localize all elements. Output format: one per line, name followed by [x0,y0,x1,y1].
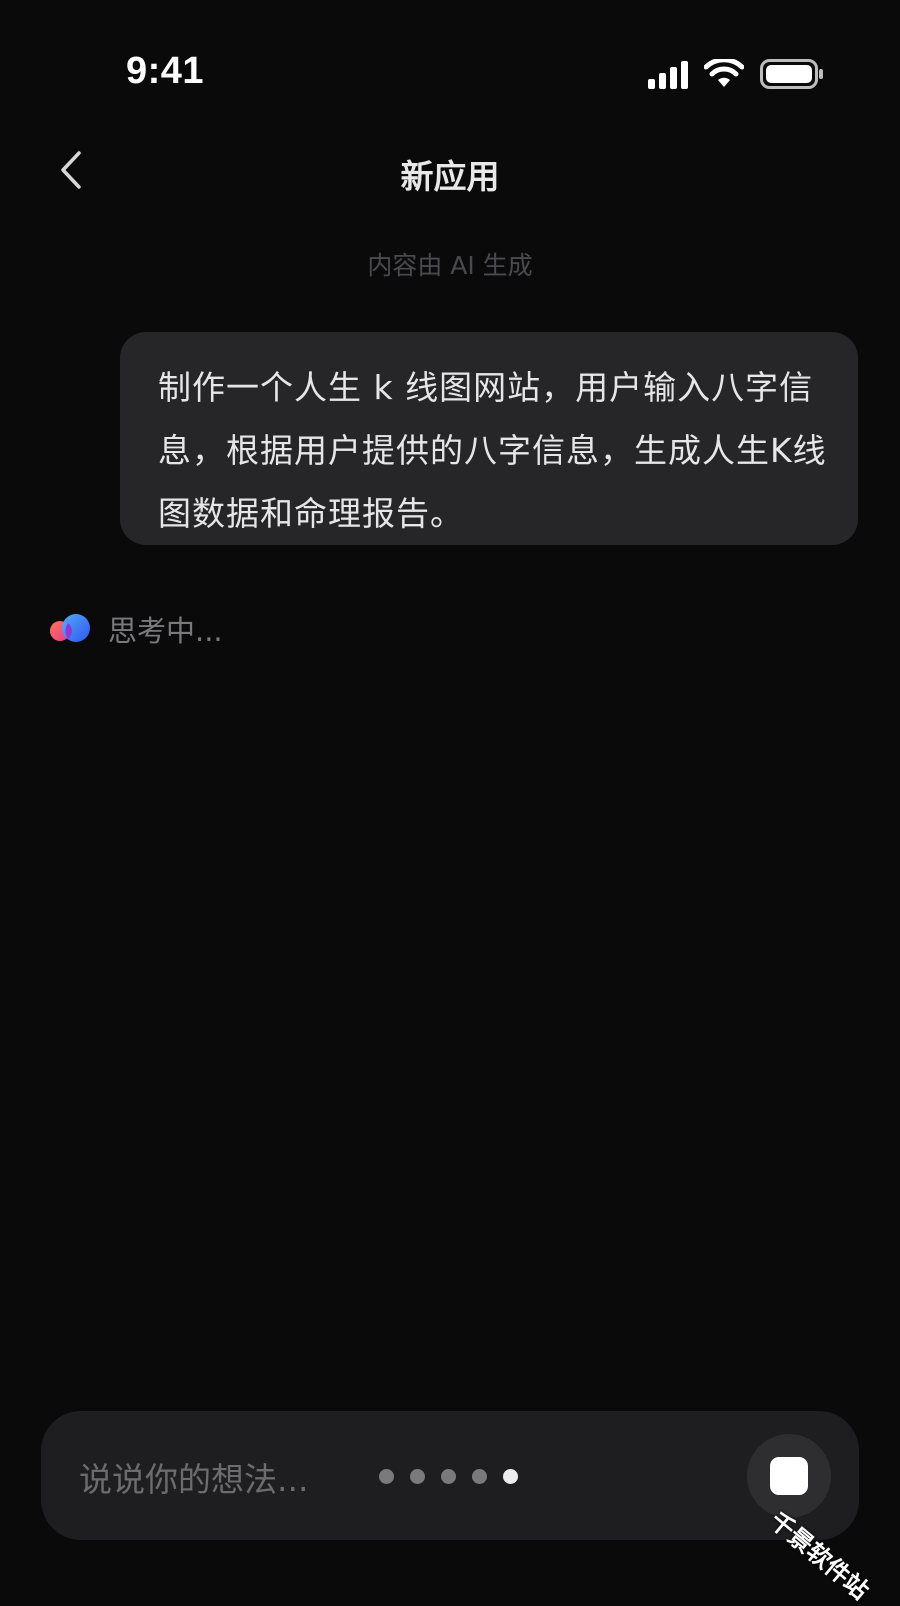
loading-dot-active [503,1469,518,1484]
user-message-bubble: 制作一个人生 k 线图网站，用户输入八字信息，根据用户提供的八字信息，生成人生K… [120,332,858,545]
ai-logo-icon [50,614,90,642]
thinking-label: 思考中... [108,614,223,648]
cellular-signal-icon [648,59,688,89]
loading-dot [472,1469,487,1484]
stop-icon [770,1457,808,1495]
loading-dot [441,1469,456,1484]
loading-dots [379,1469,518,1484]
status-icons [648,56,824,92]
battery-icon [760,59,823,89]
wifi-icon [704,59,744,87]
loading-dot [410,1469,425,1484]
assistant-thinking-indicator: 思考中... [48,608,223,650]
chat-input-bar[interactable]: 说说你的想法... [41,1411,859,1540]
ai-generated-notice: 内容由 AI 生成 [367,251,533,280]
status-bar: 9:41 [0,0,900,110]
page-title: 新应用 [400,157,500,196]
message-input[interactable]: 说说你的想法... [79,1453,308,1501]
loading-dot [379,1469,394,1484]
status-time: 9:41 [126,50,205,92]
nav-header: 新应用 [0,130,900,210]
